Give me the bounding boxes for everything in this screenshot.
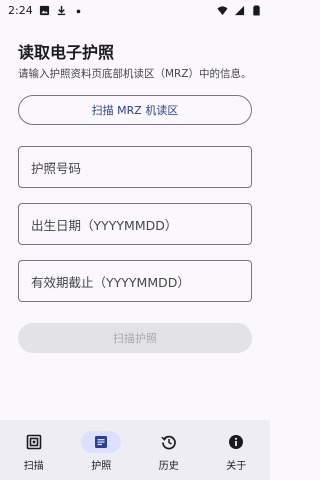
status-left: 2:24 <box>8 4 84 17</box>
bottom-navigation: 扫描 护照 历史 关于 <box>0 420 270 480</box>
nav-label-history: 历史 <box>158 461 179 472</box>
nav-item-passport[interactable]: 护照 <box>68 420 136 480</box>
nav-label-passport: 护照 <box>91 461 112 472</box>
nav-label-about: 关于 <box>226 461 247 472</box>
nav-item-about[interactable]: 关于 <box>203 420 271 480</box>
image-icon <box>39 5 49 15</box>
nav-item-history[interactable]: 历史 <box>135 420 203 480</box>
page-title: 读取电子护照 <box>18 43 115 62</box>
status-bar: 2:24 <box>0 0 270 20</box>
scan-passport-button-label: 扫描护照 <box>113 332 157 345</box>
passport-number-placeholder: 护照号码 <box>31 160 82 176</box>
expiry-date-field[interactable]: 有效期截止（YYYYMMDD） <box>18 260 252 302</box>
dot-icon <box>76 9 81 13</box>
passport-icon <box>95 436 108 448</box>
history-icon <box>161 435 176 450</box>
page-subtitle: 请输入护照资料页底部机读区（MRZ）中的信息。 <box>18 68 252 80</box>
nav-icon-container <box>14 431 54 453</box>
expiry-date-placeholder: 有效期截止（YYYYMMDD） <box>31 274 190 290</box>
nav-item-scan[interactable]: 扫描 <box>0 420 68 480</box>
battery-icon <box>253 4 260 16</box>
info-icon <box>229 435 244 449</box>
signal-icon <box>234 5 245 15</box>
scan-icon <box>26 434 42 450</box>
birth-date-placeholder: 出生日期（YYYYMMDD） <box>31 217 178 233</box>
download-icon <box>57 5 65 15</box>
status-time: 2:24 <box>8 3 33 17</box>
nav-label-scan: 扫描 <box>23 461 44 472</box>
nav-icon-container <box>149 431 189 453</box>
birth-date-field[interactable]: 出生日期（YYYYMMDD） <box>18 203 252 245</box>
status-right <box>217 4 262 16</box>
scan-passport-button[interactable]: 扫描护照 <box>18 323 252 353</box>
wifi-icon <box>217 5 228 15</box>
passport-number-field[interactable]: 护照号码 <box>18 146 252 188</box>
nav-icon-container <box>216 431 256 453</box>
nav-icon-container <box>81 431 122 453</box>
scan-mrz-button-label: 扫描 MRZ 机读区 <box>91 104 179 117</box>
scan-mrz-button[interactable]: 扫描 MRZ 机读区 <box>18 95 252 125</box>
